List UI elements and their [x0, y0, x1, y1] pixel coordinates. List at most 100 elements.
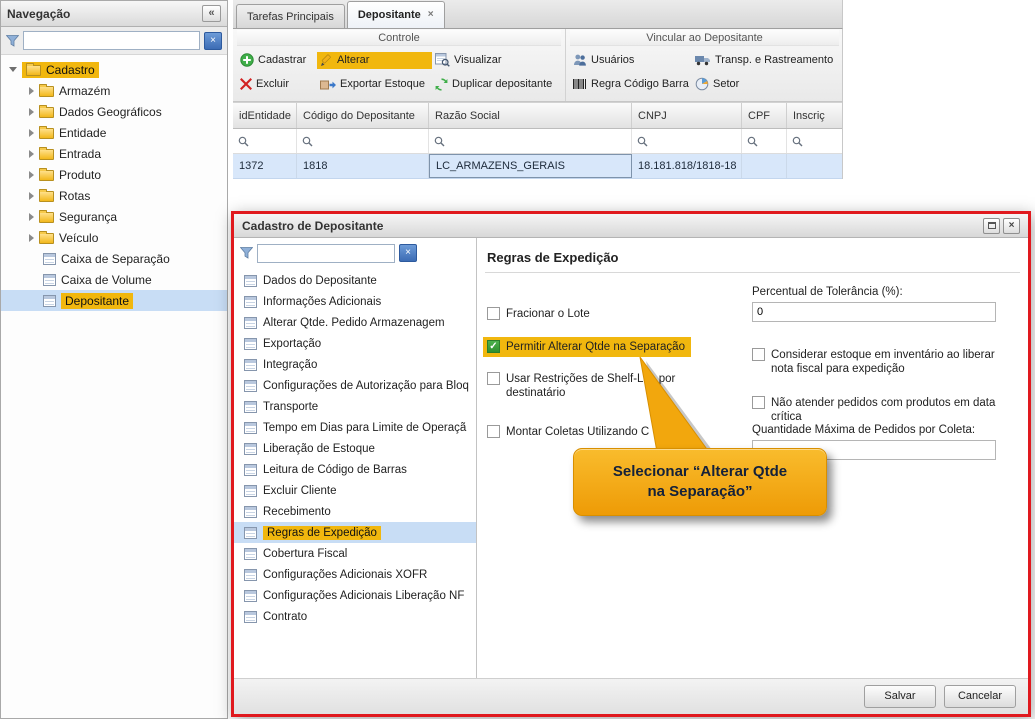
filter-cell[interactable] — [233, 129, 297, 153]
checkbox-unchecked-icon[interactable] — [487, 372, 500, 385]
salvar-button[interactable]: Salvar — [864, 685, 936, 708]
list-item-liberacao-estoque[interactable]: Liberação de Estoque — [234, 438, 476, 459]
column-header-inscricao[interactable]: Inscriç — [787, 103, 839, 128]
collapse-panel-button[interactable]: « — [202, 5, 221, 22]
modal-filter-bar: × — [234, 238, 476, 268]
filter-cell[interactable] — [787, 129, 839, 153]
transp-rastreamento-button[interactable]: Transp. e Rastreamento — [692, 52, 844, 68]
modal-filter-input[interactable] — [257, 243, 395, 263]
list-item-informacoes-adicionais[interactable]: Informações Adicionais — [234, 291, 476, 312]
qtd-max-label: Quantidade Máxima de Pedidos por Coleta: — [752, 424, 976, 436]
column-header-cnpj[interactable]: CNPJ — [632, 103, 742, 128]
tree-item-cadastro[interactable]: Cadastro — [1, 59, 227, 80]
checkbox-shelf-life[interactable]: Usar Restrições de Shelf-Life por destin… — [487, 372, 687, 400]
grid-icon — [244, 484, 257, 497]
list-item-config-xofr[interactable]: Configurações Adicionais XOFR — [234, 564, 476, 585]
regra-codigo-barra-button[interactable]: Regra Código Barra — [570, 76, 692, 92]
tree-item-veiculo[interactable]: Veículo — [1, 227, 227, 248]
maximize-button[interactable] — [983, 217, 1000, 234]
table-row[interactable]: 1372 1818 LC_ARMAZENS_GERAIS 18.181.818/… — [233, 154, 842, 179]
list-item-recebimento[interactable]: Recebimento — [234, 501, 476, 522]
checkbox-nao-atender-pedidos[interactable]: Não atender pedidos com produtos em data… — [752, 396, 1007, 424]
expand-arrow-icon[interactable] — [29, 107, 34, 116]
checkbox-unchecked-icon[interactable] — [752, 348, 765, 361]
usuarios-button[interactable]: Usuários — [570, 51, 692, 69]
checkbox-checked-icon[interactable]: ✓ — [487, 340, 500, 353]
expand-arrow-icon[interactable] — [29, 86, 34, 95]
excluir-button[interactable]: Excluir — [237, 76, 317, 92]
column-header-cpf[interactable]: CPF — [742, 103, 787, 128]
checkbox-label: Fracionar o Lote — [506, 308, 590, 320]
cell-codigo: 1818 — [297, 154, 429, 178]
close-tab-icon[interactable]: × — [428, 10, 434, 20]
list-item-excluir-cliente[interactable]: Excluir Cliente — [234, 480, 476, 501]
tree-item-depositante[interactable]: Depositante — [1, 290, 227, 311]
filter-cell[interactable] — [297, 129, 429, 153]
expand-arrow-icon[interactable] — [29, 191, 34, 200]
tree-item-seguranca[interactable]: Segurança — [1, 206, 227, 227]
list-item-config-autorizacao[interactable]: Configurações de Autorização para Bloq — [234, 375, 476, 396]
cancelar-button[interactable]: Cancelar — [944, 685, 1016, 708]
checkbox-fracionar-lote[interactable]: Fracionar o Lote — [487, 307, 590, 321]
filter-cell[interactable] — [632, 129, 742, 153]
alterar-button[interactable]: Alterar — [317, 51, 432, 69]
expand-arrow-icon[interactable] — [29, 233, 34, 242]
close-window-button[interactable]: × — [1003, 217, 1020, 234]
list-item-integracao[interactable]: Integração — [234, 354, 476, 375]
tolerancia-label: Percentual de Tolerância (%): — [752, 286, 903, 298]
list-item-contrato[interactable]: Contrato — [234, 606, 476, 627]
nav-filter-input[interactable] — [23, 31, 200, 50]
list-item-dados-depositante[interactable]: Dados do Depositante — [234, 270, 476, 291]
checkbox-unchecked-icon[interactable] — [487, 307, 500, 320]
tab-depositante[interactable]: Depositante × — [346, 1, 445, 28]
list-item-cobertura-fiscal[interactable]: Cobertura Fiscal — [234, 543, 476, 564]
list-item-alterar-qtde-pedido[interactable]: Alterar Qtde. Pedido Armazenagem — [234, 312, 476, 333]
list-item-exportacao[interactable]: Exportação — [234, 333, 476, 354]
checkbox-unchecked-icon[interactable] — [752, 396, 765, 409]
list-item-label: Excluir Cliente — [263, 484, 337, 497]
tree-item-rotas[interactable]: Rotas — [1, 185, 227, 206]
depositante-grid: idEntidade Código do Depositante Razão S… — [233, 102, 843, 179]
checkbox-montar-coletas[interactable]: Montar Coletas Utilizando C — [487, 425, 717, 439]
filter-cell[interactable] — [429, 129, 632, 153]
expand-arrow-icon[interactable] — [29, 170, 34, 179]
column-label: Inscriç — [793, 109, 825, 122]
expanded-arrow-icon[interactable] — [9, 67, 17, 72]
funnel-icon — [6, 34, 19, 47]
tree-item-armazem[interactable]: Armazém — [1, 80, 227, 101]
list-item-transporte[interactable]: Transporte — [234, 396, 476, 417]
list-item-regras-expedicao[interactable]: Regras de Expedição — [234, 522, 476, 543]
clear-filter-button[interactable]: × — [399, 244, 417, 262]
visualizar-button[interactable]: Visualizar — [432, 51, 562, 69]
column-header-identidade[interactable]: idEntidade — [233, 103, 297, 128]
tree-item-dados-geograficos[interactable]: Dados Geográficos — [1, 101, 227, 122]
setor-button[interactable]: Setor — [692, 75, 844, 93]
tolerancia-input[interactable] — [752, 302, 996, 322]
tree-item-entrada[interactable]: Entrada — [1, 143, 227, 164]
window-titlebar[interactable]: Cadastro de Depositante × — [234, 214, 1028, 238]
tree-item-entidade[interactable]: Entidade — [1, 122, 227, 143]
list-item-leitura-codigo-barras[interactable]: Leitura de Código de Barras — [234, 459, 476, 480]
tree-item-produto[interactable]: Produto — [1, 164, 227, 185]
checkbox-considerar-inventario[interactable]: Considerar estoque em inventário ao libe… — [752, 348, 1007, 376]
tab-tarefas-principais[interactable]: Tarefas Principais — [236, 4, 345, 28]
cadastrar-button[interactable]: Cadastrar — [237, 51, 317, 69]
checkbox-unchecked-icon[interactable] — [487, 425, 500, 438]
list-item-tempo-dias-limite[interactable]: Tempo em Dias para Limite de Operaçã — [234, 417, 476, 438]
expand-arrow-icon[interactable] — [29, 128, 34, 137]
expand-arrow-icon[interactable] — [29, 212, 34, 221]
delete-x-icon — [240, 78, 252, 90]
checkbox-permitir-alterar-qtde[interactable]: ✓ Permitir Alterar Qtde na Separação — [483, 337, 691, 357]
column-header-codigo[interactable]: Código do Depositante — [297, 103, 429, 128]
list-item-config-liberacao-nf[interactable]: Configurações Adicionais Liberação NF — [234, 585, 476, 606]
tree-item-caixa-de-separacao[interactable]: Caixa de Separação — [1, 248, 227, 269]
window-footer: Salvar Cancelar — [234, 678, 1028, 714]
exportar-estoque-button[interactable]: Exportar Estoque — [317, 76, 432, 92]
column-header-razao-social[interactable]: Razão Social — [429, 103, 632, 128]
duplicar-depositante-button[interactable]: Duplicar depositante — [432, 76, 562, 93]
filter-cell[interactable] — [742, 129, 787, 153]
clear-filter-button[interactable]: × — [204, 31, 222, 50]
separator — [485, 272, 1020, 273]
tree-item-caixa-de-volume[interactable]: Caixa de Volume — [1, 269, 227, 290]
expand-arrow-icon[interactable] — [29, 149, 34, 158]
